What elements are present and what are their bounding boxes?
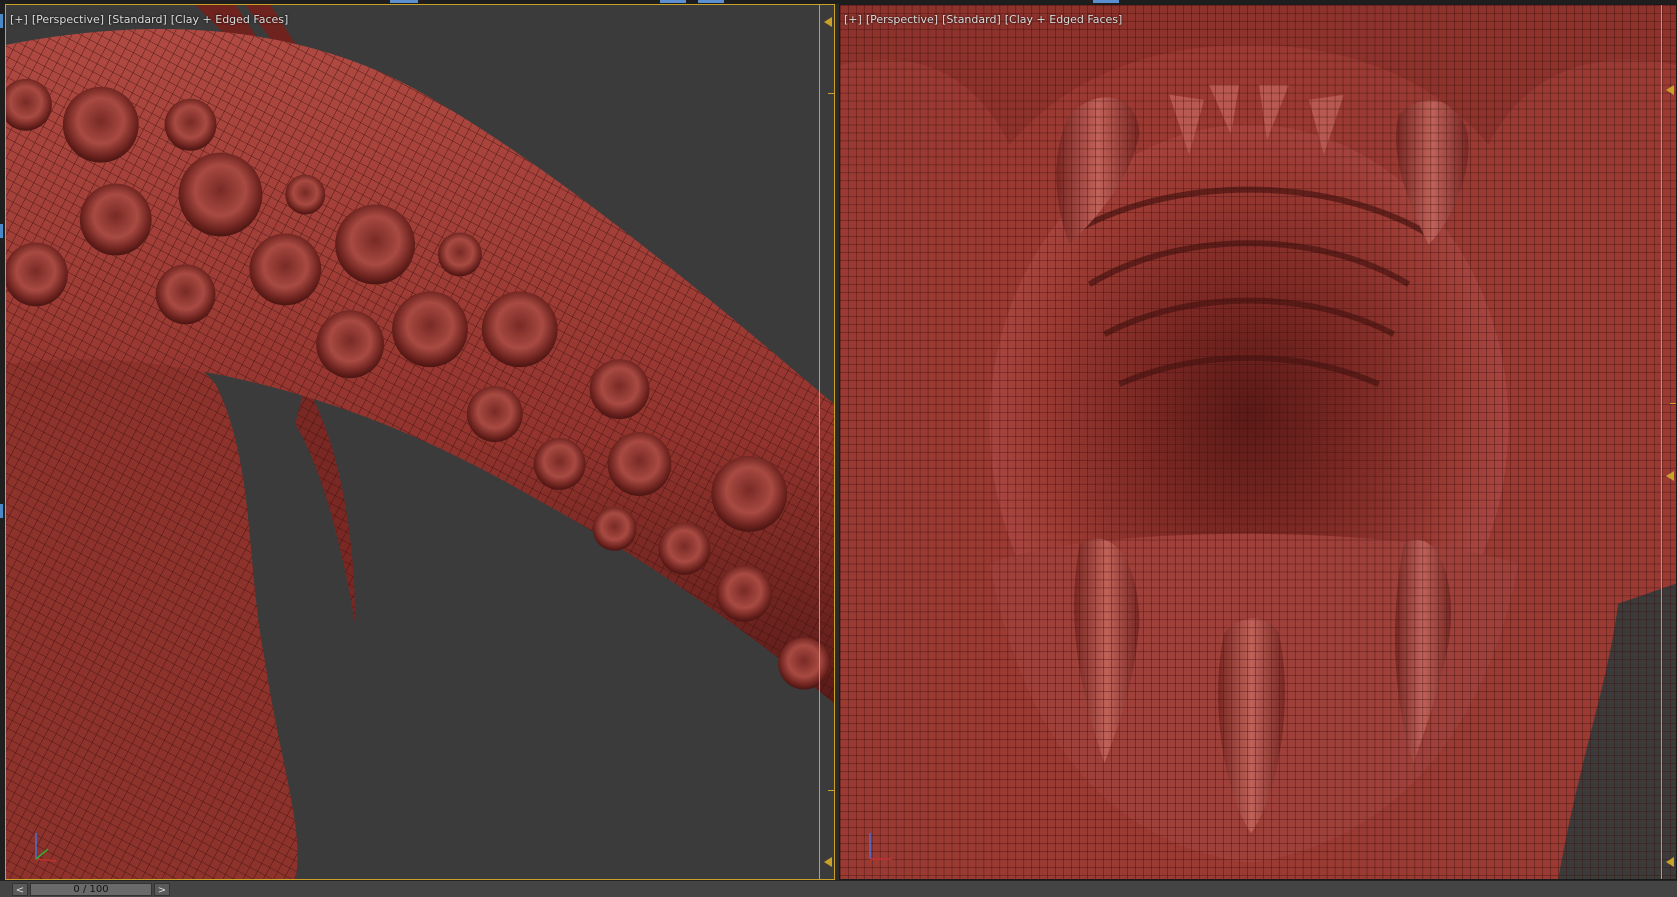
toolbar-highlight[interactable] xyxy=(1093,0,1119,3)
viewport-display-mode-menu[interactable]: [Clay + Edged Faces] xyxy=(171,13,289,26)
next-frame-button[interactable]: > xyxy=(154,883,170,896)
xyz-axis-gizmo-icon xyxy=(35,833,57,862)
time-slider-bar: < 0 / 100 > xyxy=(0,880,1677,897)
edge-marker[interactable] xyxy=(0,14,3,28)
viewport-scroll-track[interactable] xyxy=(1661,5,1676,879)
track-tick xyxy=(1670,403,1676,404)
triangle-marker-icon[interactable] xyxy=(1666,857,1674,867)
viewport-display-mode-menu[interactable]: [Clay + Edged Faces] xyxy=(1005,13,1123,26)
viewport-right[interactable]: [+] [Perspective] [Standard] [Clay + Edged … xyxy=(839,4,1677,880)
viewport-shading-menu[interactable]: [Standard] xyxy=(942,13,1001,26)
xyz-axis-gizmo-icon xyxy=(869,833,892,860)
triangle-marker-icon[interactable] xyxy=(1666,471,1674,481)
tentacle-mesh-render xyxy=(6,5,834,879)
viewport-menu-button[interactable]: [+] xyxy=(10,13,28,26)
triangle-marker-icon[interactable] xyxy=(1666,85,1674,95)
creature-mouth-mesh-render xyxy=(840,5,1676,879)
viewport-view-menu[interactable]: [Perspective] xyxy=(866,13,938,26)
toolbar-highlight[interactable] xyxy=(660,0,686,3)
viewport-left[interactable]: [+] [Perspective] [Standard] [Clay + Edged … xyxy=(5,4,835,880)
toolbar-highlight[interactable] xyxy=(390,0,418,3)
triangle-marker-icon[interactable] xyxy=(824,17,832,27)
prev-frame-button[interactable]: < xyxy=(12,883,28,896)
viewport-menu-button[interactable]: [+] xyxy=(844,13,862,26)
triangle-marker-icon[interactable] xyxy=(824,857,832,867)
edge-marker[interactable] xyxy=(0,504,3,518)
edge-marker[interactable] xyxy=(0,224,3,238)
viewport-label[interactable]: [+] [Perspective] [Standard] [Clay + Edged … xyxy=(844,13,1126,26)
track-tick xyxy=(828,93,834,94)
track-tick xyxy=(828,790,834,791)
viewport-shading-menu[interactable]: [Standard] xyxy=(108,13,167,26)
toolbar-highlight[interactable] xyxy=(698,0,724,3)
viewport-view-menu[interactable]: [Perspective] xyxy=(32,13,104,26)
time-slider[interactable]: 0 / 100 xyxy=(30,883,152,896)
viewport-scroll-track[interactable] xyxy=(819,5,834,879)
viewport-label[interactable]: [+] [Perspective] [Standard] [Clay + Edged … xyxy=(10,13,292,26)
